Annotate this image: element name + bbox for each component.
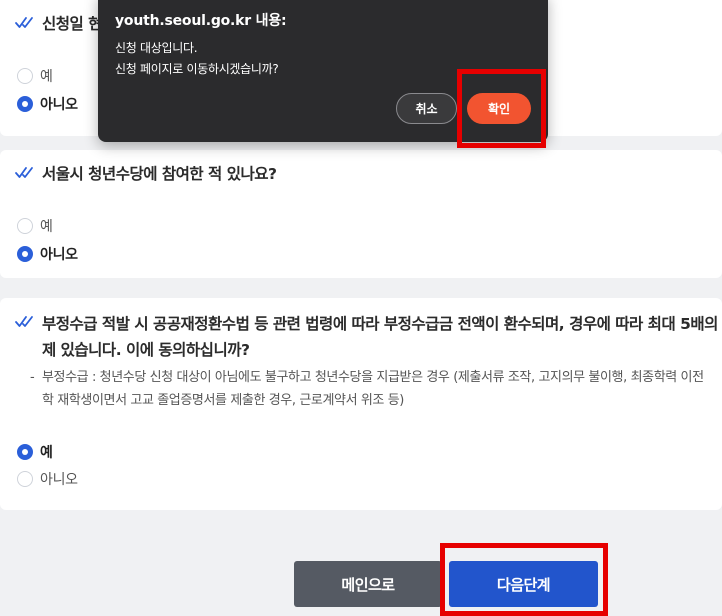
radio-button[interactable] <box>17 68 33 84</box>
question-card-3: 부정수급 적발 시 공공재정환수법 등 관련 법령에 따라 부정수급금 전액이 … <box>0 298 722 510</box>
question-2-option-no[interactable]: 아니오 <box>17 244 78 264</box>
option-label: 아니오 <box>40 472 78 488</box>
option-label: 아니오 <box>40 97 78 113</box>
option-label: 예 <box>40 219 53 235</box>
double-check-icon <box>15 17 33 28</box>
question-1-text: 신청일 현 <box>42 15 102 33</box>
confirm-dialog: youth.seoul.go.kr 내용: 신청 대상입니다. 신청 페이지로 … <box>98 0 548 142</box>
double-check-icon <box>15 316 33 327</box>
radio-button-checked[interactable] <box>17 246 33 262</box>
double-check-icon <box>15 167 33 178</box>
option-label: 예 <box>40 69 53 85</box>
question-3-header: 부정수급 적발 시 공공재정환수법 등 관련 법령에 따라 부정수급금 전액이 … <box>15 311 722 363</box>
option-label: 아니오 <box>40 247 78 263</box>
note-line-2: 학 재학생이면서 고교 졸업증명서를 제출한 경우, 근로계약서 위조 등) <box>42 393 404 408</box>
question-card-2: 서울시 청년수당에 참여한 적 있나요? 예 아니오 <box>0 150 722 278</box>
dialog-message: 신청 대상입니다. 신청 페이지로 이동하시겠습니까? <box>115 38 279 80</box>
radio-button-checked[interactable] <box>17 96 33 112</box>
option-label: 예 <box>40 445 53 461</box>
question-2-text: 서울시 청년수당에 참여한 적 있나요? <box>42 165 277 183</box>
next-step-button[interactable]: 다음단계 <box>449 561 598 607</box>
question-2-option-yes[interactable]: 예 <box>17 216 53 236</box>
question-2-header: 서울시 청년수당에 참여한 적 있나요? <box>15 162 277 186</box>
dialog-message-line-2: 신청 페이지로 이동하시겠습니까? <box>115 62 279 76</box>
go-main-button[interactable]: 메인으로 <box>294 561 442 607</box>
radio-button[interactable] <box>17 471 33 487</box>
question-3-option-yes[interactable]: 예 <box>17 442 53 462</box>
dialog-cancel-button[interactable]: 취소 <box>396 93 457 124</box>
note-dash: - <box>30 370 35 385</box>
dialog-confirm-button[interactable]: 확인 <box>467 93 531 124</box>
dialog-message-line-1: 신청 대상입니다. <box>115 41 198 55</box>
fraud-note: - 부정수급 : 청년수당 신청 대상이 아님에도 불구하고 청년수당을 지급받… <box>30 366 722 412</box>
note-line-1: 부정수급 : 청년수당 신청 대상이 아님에도 불구하고 청년수당을 지급받은 … <box>42 370 704 385</box>
radio-button[interactable] <box>17 218 33 234</box>
question-1-option-yes[interactable]: 예 <box>17 66 53 86</box>
question-3-option-no[interactable]: 아니오 <box>17 469 78 489</box>
question-1-option-no[interactable]: 아니오 <box>17 94 78 114</box>
question-3-text: 부정수급 적발 시 공공재정환수법 등 관련 법령에 따라 부정수급금 전액이 … <box>42 315 718 359</box>
dialog-title: youth.seoul.go.kr 내용: <box>115 13 287 29</box>
radio-button-checked[interactable] <box>17 444 33 460</box>
question-1-header: 신청일 현 <box>15 12 102 36</box>
